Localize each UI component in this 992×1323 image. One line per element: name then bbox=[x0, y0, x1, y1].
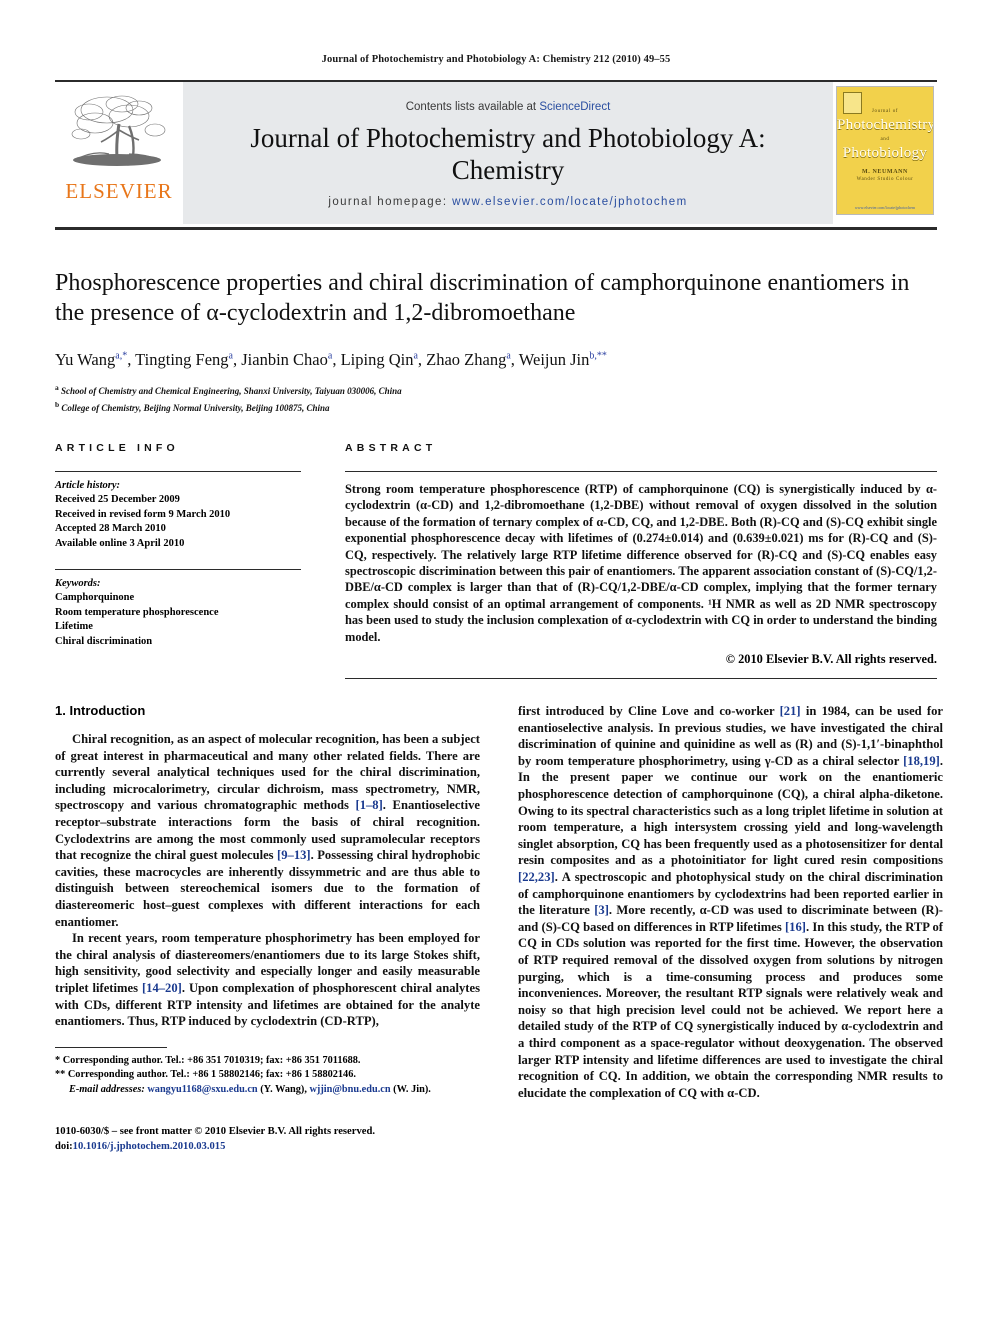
abstract-rule bbox=[345, 471, 937, 472]
article-history-label: Article history: bbox=[55, 480, 121, 491]
doi-line: doi:10.1016/j.jphotochem.2010.03.015 bbox=[55, 1139, 480, 1154]
history-item: Received 25 December 2009 bbox=[55, 494, 180, 506]
title-divider bbox=[55, 227, 937, 230]
affiliation-b: b College of Chemistry, Beijing Normal U… bbox=[55, 400, 330, 413]
article-history-block: Article history: Received 25 December 20… bbox=[55, 479, 301, 551]
elsevier-tree-icon bbox=[71, 95, 166, 166]
contents-prefix: Contents lists available at bbox=[405, 100, 540, 113]
journal-cover-thumbnail: Journal of Photochemistry and Photobiolo… bbox=[833, 82, 937, 224]
author-list: Yu Wanga,*, Tingting Fenga, Jianbin Chao… bbox=[55, 350, 607, 369]
keyword-item: Lifetime bbox=[55, 621, 93, 633]
cover-line-top: Journal of bbox=[871, 109, 899, 114]
journal-title-line2: Chemistry bbox=[451, 154, 565, 185]
body-column-right: first introduced by Cline Love and co-wo… bbox=[518, 703, 943, 1154]
keywords-block: Keywords: Camphorquinone Room temperatur… bbox=[55, 577, 301, 649]
abstract-text: Strong room temperature phosphorescence … bbox=[345, 482, 937, 644]
cover-line-and: and bbox=[880, 137, 890, 142]
journal-banner: Contents lists available at ScienceDirec… bbox=[183, 82, 833, 224]
publisher-footer: 1010-6030/$ – see front matter © 2010 El… bbox=[55, 1124, 480, 1154]
paragraph: In recent years, room temperature phosph… bbox=[55, 931, 480, 1029]
affiliation-a-text: School of Chemistry and Chemical Enginee… bbox=[61, 386, 402, 396]
affiliation-list: a School of Chemistry and Chemical Engin… bbox=[55, 381, 937, 415]
cover-line-big1: Photochemistry bbox=[837, 117, 934, 133]
homepage-url-link[interactable]: www.elsevier.com/locate/jphotochem bbox=[452, 196, 688, 208]
email-link-1[interactable]: wangyu1168@sxu.edu.cn bbox=[147, 1084, 257, 1095]
cover-editors-sub: Wander Studio Colour bbox=[856, 177, 914, 182]
cover-editors: M. NEUMANN bbox=[862, 169, 908, 175]
contents-available-line: Contents lists available at ScienceDirec… bbox=[406, 101, 611, 113]
page-title: Phosphorescence properties and chiral di… bbox=[55, 270, 910, 326]
history-item: Available online 3 April 2010 bbox=[55, 537, 185, 549]
paragraph: Chiral recognition, as an aspect of mole… bbox=[55, 732, 481, 929]
article-info-column: ARTICLE INFO Article history: Received 2… bbox=[55, 442, 301, 679]
journal-title: Journal of Photochemistry and Photobiolo… bbox=[250, 122, 765, 186]
journal-homepage-line: journal homepage: www.elsevier.com/locat… bbox=[328, 196, 687, 208]
elsevier-logo: ELSEVIER bbox=[55, 82, 183, 224]
email-owner-1: (Y. Wang), bbox=[260, 1083, 307, 1095]
article-info-rule bbox=[55, 471, 301, 472]
footnote-rule bbox=[55, 1046, 167, 1048]
keyword-item: Chiral discrimination bbox=[55, 635, 153, 647]
cover-line-big2: Photobiology bbox=[842, 145, 928, 161]
body-column-left: 1. Introduction Chiral recognition, as a… bbox=[55, 703, 480, 1154]
article-info-heading: ARTICLE INFO bbox=[55, 442, 179, 454]
homepage-prefix: journal homepage: bbox=[328, 195, 453, 208]
footnote-corresponding-1: * Corresponding author. Tel.: +86 351 70… bbox=[55, 1054, 361, 1066]
sciencedirect-link[interactable]: ScienceDirect bbox=[539, 101, 610, 113]
keywords-rule bbox=[55, 569, 301, 571]
history-item: Accepted 28 March 2010 bbox=[55, 523, 166, 535]
history-item: Received in revised form 9 March 2010 bbox=[55, 508, 231, 520]
keyword-item: Camphorquinone bbox=[55, 592, 135, 604]
footnotes-block: * Corresponding author. Tel.: +86 351 70… bbox=[55, 1046, 480, 1097]
footnote-emails: E-mail addresses: wangyu1168@sxu.edu.cn … bbox=[55, 1083, 480, 1097]
cover-footer-url: www.elsevier.com/locate/jphotochem bbox=[854, 205, 916, 210]
journal-masthead: ELSEVIER Contents lists available at Sci… bbox=[55, 80, 937, 224]
doi-label: doi: bbox=[55, 1140, 73, 1152]
elsevier-wordmark: ELSEVIER bbox=[65, 179, 173, 203]
abstract-heading: ABSTRACT bbox=[345, 442, 437, 454]
keyword-item: Room temperature phosphorescence bbox=[55, 606, 219, 618]
journal-title-line1: Journal of Photochemistry and Photobiolo… bbox=[250, 122, 766, 153]
journal-cover-image: Journal of Photochemistry and Photobiolo… bbox=[836, 86, 934, 215]
affiliation-b-text: College of Chemistry, Beijing Normal Uni… bbox=[61, 403, 330, 413]
body-columns: 1. Introduction Chiral recognition, as a… bbox=[55, 703, 943, 1154]
affiliation-a: a School of Chemistry and Chemical Engin… bbox=[55, 383, 402, 396]
info-abstract-row: ARTICLE INFO Article history: Received 2… bbox=[55, 442, 937, 680]
abstract-column: ABSTRACT Strong room temperature phospho… bbox=[345, 442, 937, 680]
footnote-corresponding-2: ** Corresponding author. Tel.: +86 1 588… bbox=[55, 1069, 356, 1081]
email-owner-2: (W. Jin). bbox=[393, 1083, 431, 1095]
keywords-label: Keywords: bbox=[55, 578, 101, 590]
doi-link[interactable]: 10.1016/j.jphotochem.2010.03.015 bbox=[73, 1141, 226, 1152]
paragraph: first introduced by Cline Love and co-wo… bbox=[518, 704, 943, 1100]
article-page: Journal of Photochemistry and Photobiolo… bbox=[0, 0, 992, 1323]
abstract-bottom-rule bbox=[345, 678, 937, 680]
section-heading-introduction: 1. Introduction bbox=[55, 703, 146, 719]
email-addresses-label: E-mail addresses: bbox=[69, 1083, 145, 1095]
email-link-2[interactable]: wjjin@bnu.edu.cn bbox=[309, 1084, 390, 1095]
abstract-copyright: © 2010 Elsevier B.V. All rights reserved… bbox=[725, 652, 937, 667]
running-head: Journal of Photochemistry and Photobiolo… bbox=[321, 54, 671, 65]
issn-line: 1010-6030/$ – see front matter © 2010 El… bbox=[55, 1125, 375, 1137]
